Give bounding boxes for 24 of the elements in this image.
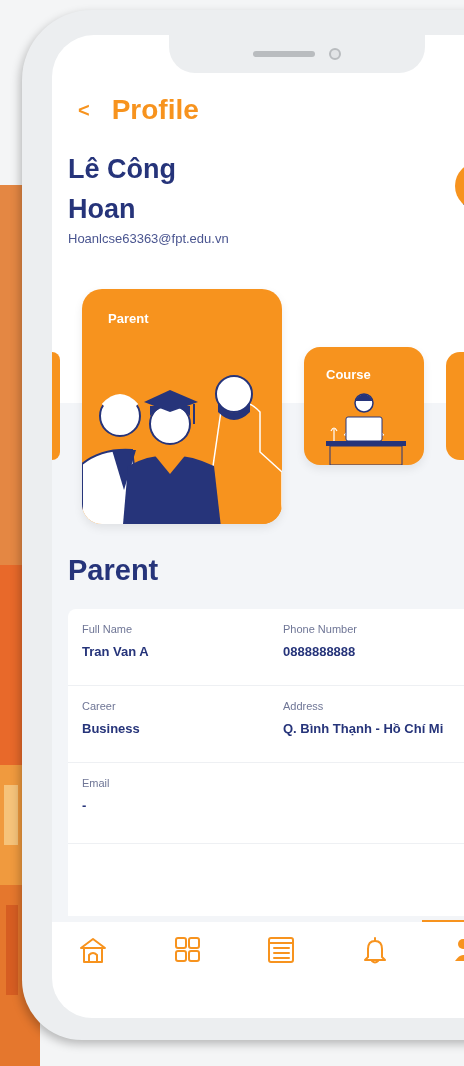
field-value: 0888888888 [283, 644, 357, 659]
back-button[interactable]: < [78, 98, 90, 122]
user-name: Lê Công Hoan [68, 153, 177, 226]
field-label: Full Name [82, 623, 134, 635]
category-card[interactable] [52, 352, 60, 460]
speaker-icon [253, 51, 315, 57]
field-value: Tran Van A [82, 644, 150, 659]
user-email: Hoanlcse63363@fpt.edu.vn [68, 231, 228, 246]
list-icon [265, 935, 297, 965]
category-card[interactable]: Course [304, 347, 424, 465]
card-label: Course [325, 366, 372, 382]
field-label: Address [283, 700, 325, 712]
field-value: Business [82, 721, 141, 736]
field-value: - [82, 798, 88, 813]
card-label: Parent [107, 309, 150, 326]
camera-icon [329, 48, 341, 60]
field-label: Email [82, 777, 111, 789]
field-label: Career [82, 700, 117, 712]
section-title: Parent [68, 554, 160, 587]
home-icon [77, 935, 109, 965]
category-card[interactable]: Parent [82, 288, 282, 524]
field-value: Q. Bình Thạnh - Hồ Chí Mi [283, 721, 445, 736]
page-title: Profile [111, 94, 199, 126]
field-label: Phone Number [283, 623, 358, 635]
